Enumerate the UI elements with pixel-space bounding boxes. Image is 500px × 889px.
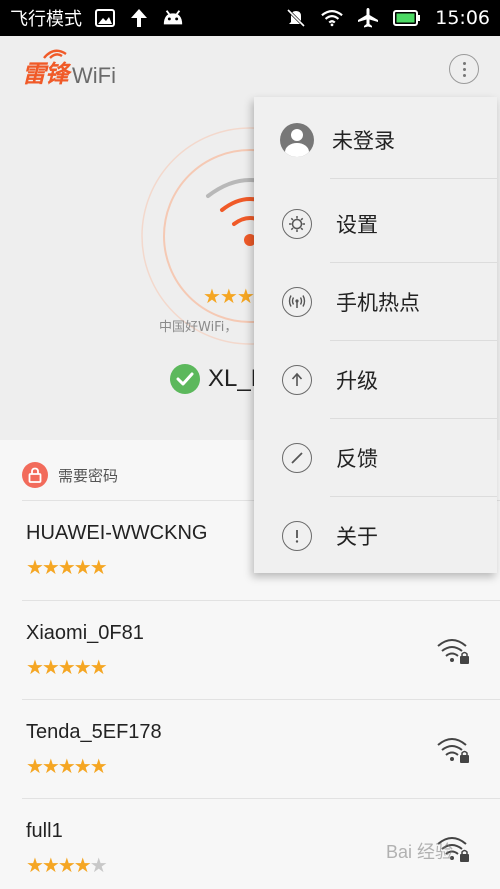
battery-icon (393, 7, 421, 29)
hero-subtitle: 中国好WiFi， (159, 320, 238, 335)
divider (22, 699, 500, 700)
wifi-locked-icon (437, 738, 469, 763)
wifi-locked-icon (437, 639, 469, 664)
logo-text-en: WiFi (72, 63, 116, 88)
logo-signal-icon (43, 49, 67, 59)
menu-item-label: 反馈 (336, 447, 378, 471)
network-row[interactable]: Xiaomi_0F81 ★★★★★ (0, 600, 500, 699)
section-title: 需要密码 (58, 466, 119, 485)
watermark: Bai 经验 (386, 842, 454, 862)
divider (22, 798, 500, 799)
airplane-icon (357, 7, 379, 29)
wifi-icon (321, 7, 344, 29)
menu-item-label: 设置 (336, 213, 378, 237)
airplane-mode-label: 飞行模式 (10, 9, 82, 30)
hotspot-icon (282, 287, 312, 317)
network-rating: ★★★★★ (26, 754, 108, 778)
menu-item-settings[interactable]: 设置 (254, 185, 497, 263)
gear-icon (282, 209, 312, 239)
network-rating: ★★★★★ (26, 853, 108, 877)
android-icon (162, 7, 184, 29)
network-ssid: Xiaomi_0F81 (26, 622, 144, 644)
menu-item-label: 未登录 (332, 129, 395, 153)
network-ssid: HUAWEI-WWCKNG (26, 522, 208, 544)
info-icon (282, 521, 312, 551)
network-ssid: full1 (26, 820, 63, 842)
section-header: 需要密码 (22, 462, 118, 488)
mute-icon (285, 7, 307, 29)
menu-item-upgrade[interactable]: 升级 (254, 341, 497, 419)
network-rating: ★★★★★ (26, 655, 108, 679)
menu-item-label: 手机热点 (336, 291, 420, 315)
menu-item-label: 升级 (336, 369, 378, 393)
pencil-icon (282, 443, 312, 473)
menu-item-label: 关于 (336, 525, 378, 549)
arrow-up-icon (282, 365, 312, 395)
overflow-menu: 未登录 设置 手机热点 升级 反馈 关于 (254, 97, 497, 573)
image-notification-icon (94, 7, 116, 29)
upload-icon (128, 7, 150, 29)
menu-item-hotspot[interactable]: 手机热点 (254, 263, 497, 341)
hero-rating-stars: ★★★ (203, 284, 255, 308)
overflow-menu-button[interactable] (449, 54, 479, 84)
menu-item-feedback[interactable]: 反馈 (254, 419, 497, 497)
lock-icon (22, 462, 48, 488)
divider (22, 600, 500, 601)
clock: 15:06 (435, 7, 490, 29)
check-icon (170, 364, 200, 394)
network-ssid: Tenda_5EF178 (26, 721, 162, 743)
network-rating: ★★★★★ (26, 555, 108, 579)
avatar-icon (280, 123, 314, 157)
network-row[interactable]: Tenda_5EF178 ★★★★★ (0, 699, 500, 798)
more-vertical-icon (462, 61, 466, 65)
status-bar: 飞行模式 15:06 (0, 0, 500, 36)
app-logo: 雷锋 WiFi (22, 49, 116, 89)
menu-item-about[interactable]: 关于 (254, 497, 497, 575)
menu-item-login[interactable]: 未登录 (254, 101, 497, 179)
